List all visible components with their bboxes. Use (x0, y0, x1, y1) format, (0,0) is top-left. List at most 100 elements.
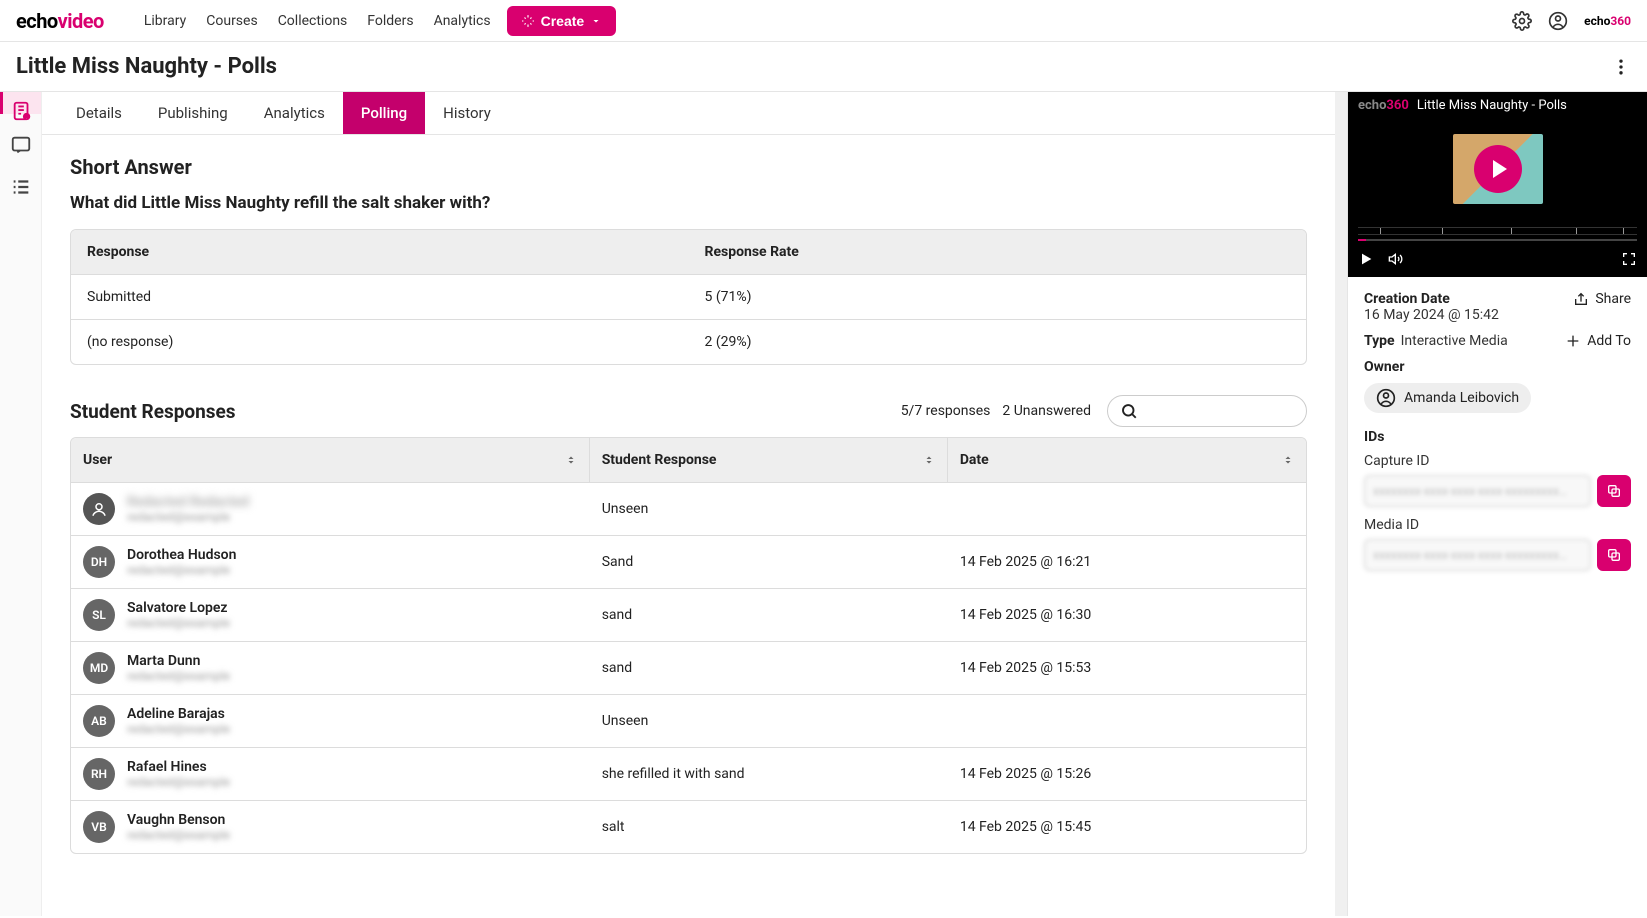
creation-label: Creation Date (1364, 291, 1499, 307)
user-info: Marta Dunnredacted@example (127, 653, 230, 683)
header-response: Response (71, 230, 689, 274)
top-right: echo360 (1512, 11, 1631, 31)
user-info: Dorothea Hudsonredacted@example (127, 547, 236, 577)
table-row: ABAdeline Barajasredacted@exampleUnseen (71, 694, 1306, 747)
gear-icon[interactable] (1512, 11, 1532, 31)
tab-details[interactable]: Details (58, 92, 140, 134)
avatar: AB (83, 705, 115, 737)
sparkle-icon (521, 14, 535, 28)
table-row: SLSalvatore Lopezredacted@examplesand14 … (71, 588, 1306, 641)
share-button[interactable]: Share (1573, 291, 1631, 307)
list-icon[interactable] (10, 176, 32, 198)
type-label: Type (1364, 333, 1395, 349)
ids-section: IDs Capture ID xxxxxxxx-xxxx-xxxx-xxxx-x… (1364, 429, 1631, 571)
response-cell: sand (590, 589, 948, 641)
response-cell: Unseen (590, 483, 948, 535)
logo[interactable]: echovideo (16, 9, 104, 33)
nav-courses[interactable]: Courses (206, 13, 257, 29)
play-control-icon[interactable] (1358, 251, 1374, 267)
col-date[interactable]: Date (948, 438, 1306, 482)
scrollbar[interactable] (1335, 92, 1347, 916)
top-nav: echovideo Library Courses Collections Fo… (0, 0, 1647, 42)
tab-polling[interactable]: Polling (343, 92, 425, 134)
user-name: Salvatore Lopez (127, 600, 230, 616)
user-icon[interactable] (1548, 11, 1568, 31)
rail-poll-icon[interactable]: ! (0, 92, 41, 114)
user-cell: Redacted Redactedredacted@example (71, 483, 590, 535)
tabs: Details Publishing Analytics Polling His… (42, 92, 1335, 135)
type-row: Type Interactive Media Add To (1364, 333, 1631, 349)
col-response[interactable]: Student Response (590, 438, 948, 482)
brand360[interactable]: echo360 (1584, 14, 1631, 28)
nav-analytics[interactable]: Analytics (434, 13, 491, 29)
create-button[interactable]: Create (507, 6, 617, 36)
user-name-redacted: Redacted Redacted (127, 494, 249, 510)
sort-icon (923, 453, 935, 467)
avatar: RH (83, 758, 115, 790)
date-cell: 14 Feb 2025 @ 16:21 (948, 536, 1306, 588)
response-cell: sand (590, 642, 948, 694)
avatar: VB (83, 811, 115, 843)
user-email: redacted@example (127, 669, 230, 683)
capture-label: Capture ID (1364, 453, 1631, 469)
avatar (83, 493, 115, 525)
nav-folders[interactable]: Folders (367, 13, 413, 29)
student-thead: User Student Response Date (71, 438, 1306, 482)
video-title-bar: echo360 Little Miss Naughty - Polls (1348, 92, 1647, 119)
tab-analytics[interactable]: Analytics (246, 92, 343, 134)
user-cell: MDMarta Dunnredacted@example (71, 642, 590, 694)
date-cell (948, 695, 1306, 747)
copy-capture-button[interactable] (1597, 475, 1631, 507)
user-cell: RH Rafael Hinesredacted@example (71, 748, 590, 800)
creation-value: 16 May 2024 @ 15:42 (1364, 307, 1499, 323)
search-input[interactable] (1107, 395, 1307, 427)
date-cell: 14 Feb 2025 @ 15:53 (948, 642, 1306, 694)
creation-row: Creation Date 16 May 2024 @ 15:42 Share (1364, 291, 1631, 323)
media-id-value[interactable]: xxxxxxxx-xxxx-xxxx-xxxx-xxxxxxxxx… (1364, 539, 1591, 571)
nav-library[interactable]: Library (144, 13, 186, 29)
user-cell: ABAdeline Barajasredacted@example (71, 695, 590, 747)
user-name: Adeline Barajas (127, 706, 230, 722)
more-menu-icon[interactable] (1611, 57, 1631, 77)
main-layout: ! Details Publishing Analytics Polling H… (0, 92, 1647, 916)
video-timeline[interactable] (1358, 227, 1637, 235)
resp-rate: 2 (29%) (689, 320, 1307, 364)
play-button[interactable] (1474, 145, 1522, 193)
user-info: Redacted Redactedredacted@example (127, 494, 249, 524)
tab-history[interactable]: History (425, 92, 509, 134)
progress-bar[interactable] (1358, 239, 1637, 241)
owner-name: Amanda Leibovich (1404, 390, 1519, 406)
user-email: redacted@example (127, 616, 230, 630)
user-info: Rafael Hinesredacted@example (127, 759, 230, 789)
owner-chip[interactable]: Amanda Leibovich (1364, 383, 1531, 413)
video-thumbnail[interactable] (1348, 119, 1647, 219)
date-cell (948, 483, 1306, 535)
student-stats: 5/7 responses 2 Unanswered (901, 403, 1091, 419)
response-table: Response Response Rate Submitted 5 (71%)… (70, 229, 1307, 365)
right-panel: echo360 Little Miss Naughty - Polls (1347, 92, 1647, 916)
col-user[interactable]: User (71, 438, 590, 482)
user-name: Dorothea Hudson (127, 547, 236, 563)
sort-icon (565, 453, 577, 467)
resp-label: Submitted (71, 275, 689, 319)
fullscreen-icon[interactable] (1621, 251, 1637, 267)
tab-publishing[interactable]: Publishing (140, 92, 246, 134)
content-area: Details Publishing Analytics Polling His… (42, 92, 1647, 916)
copy-media-button[interactable] (1597, 539, 1631, 571)
volume-icon[interactable] (1388, 251, 1404, 267)
capture-id-value[interactable]: xxxxxxxx-xxxx-xxxx-xxxx-xxxxxxxxx… (1364, 475, 1591, 507)
date-cell: 14 Feb 2025 @ 16:30 (948, 589, 1306, 641)
type-value: Interactive Media (1401, 333, 1508, 349)
owner-avatar-icon (1376, 388, 1396, 408)
user-info: Salvatore Lopezredacted@example (127, 600, 230, 630)
student-title: Student Responses (70, 400, 236, 423)
add-to-button[interactable]: Add To (1565, 333, 1631, 349)
response-row: (no response) 2 (29%) (71, 319, 1306, 364)
date-cell: 14 Feb 2025 @ 15:26 (948, 748, 1306, 800)
student-table: User Student Response Date Redacted Reda… (70, 437, 1307, 854)
discussion-icon[interactable] (10, 134, 32, 156)
video-controls (1348, 241, 1647, 277)
plus-icon (1565, 333, 1581, 349)
logo-part1: echo (16, 9, 58, 33)
nav-collections[interactable]: Collections (278, 13, 348, 29)
